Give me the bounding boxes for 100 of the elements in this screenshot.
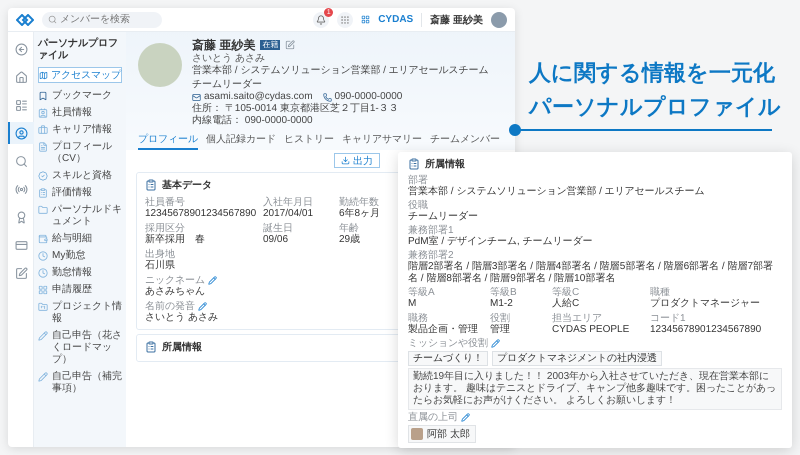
field-label: 年齢	[339, 223, 359, 234]
home-icon	[15, 70, 28, 84]
mail-icon	[192, 92, 201, 102]
field-label: 職務	[408, 313, 428, 324]
field-label: 勤続年数	[339, 197, 379, 208]
field-value: 12345678901234567890	[650, 324, 762, 336]
tab[interactable]: キャリアサマリー	[342, 131, 422, 150]
sidebar-item[interactable]: 社員情報	[38, 106, 122, 120]
tag: プロダクトマネジメントの社内浸透	[492, 351, 662, 366]
avatar-placeholder	[411, 428, 423, 440]
sidebar-item[interactable]: プロフィール（CV）	[38, 140, 122, 166]
tab[interactable]: 個人記録カード	[206, 131, 276, 150]
pencil-icon[interactable]	[208, 276, 217, 285]
supervisor-chip[interactable]: 阿部 太郎	[408, 425, 476, 443]
tab[interactable]: ヒストリー	[284, 131, 334, 150]
tag: チームづくり！	[408, 351, 488, 366]
field-value: あさみちゃん	[145, 286, 205, 298]
pencil-icon	[38, 372, 48, 382]
field-value: さいとう あさみ	[145, 312, 218, 324]
status-badge: 在籍	[260, 40, 280, 50]
field-value: 新卒採用 春	[145, 234, 205, 246]
map-icon	[39, 70, 48, 80]
grid-icon	[38, 285, 48, 295]
field-value: 29歳	[339, 234, 360, 246]
address-text: 住所： 〒105-0014 東京都港区芝２丁目1-３３	[192, 103, 400, 114]
sidebar-item[interactable]: キャリア情報	[38, 123, 122, 137]
export-button[interactable]: 出力	[334, 153, 380, 168]
pencil-icon	[38, 331, 48, 341]
edit-icon[interactable]	[285, 40, 296, 50]
field-value: 管理	[490, 324, 510, 336]
card-icon	[15, 238, 28, 252]
search-icon	[48, 15, 57, 24]
document-icon	[38, 142, 48, 152]
phone-icon	[322, 92, 332, 102]
badge-icon	[38, 171, 48, 181]
affiliation-text: 営業本部 / システムソリューション営業部 / エリアセールスチーム	[192, 65, 489, 77]
user-name[interactable]: 斎藤 亜紗美	[430, 12, 483, 26]
search-field[interactable]: メンバーを検索	[42, 12, 162, 28]
profile-name: 斎藤 亜紗美	[192, 39, 256, 51]
field-label: 担当エリア	[552, 313, 602, 324]
access-map-button[interactable]: アクセスマップ	[38, 67, 122, 83]
pencil-icon[interactable]	[491, 339, 500, 348]
tab[interactable]: チームメンバー	[430, 131, 500, 150]
field-label: 等級B	[490, 287, 517, 298]
clock-icon	[38, 268, 48, 278]
sidebar-item[interactable]: My勤怠	[38, 249, 122, 263]
field-value: 石川県	[145, 260, 175, 272]
brand-icon	[361, 15, 370, 24]
tagline-text: パーソナルプロファイル	[529, 93, 781, 121]
sidebar-item[interactable]: スキルと資格	[38, 169, 122, 183]
position-text: チームリーダー	[192, 79, 262, 91]
field-value: 人給C	[552, 298, 580, 310]
briefcase-icon	[38, 125, 48, 135]
bookmark-icon	[38, 91, 48, 101]
wallet-icon	[38, 234, 48, 244]
sidebar-item[interactable]: 自己申告（花さくロードマップ）	[38, 329, 122, 367]
field-value: 6年8ヶ月	[339, 208, 380, 220]
download-icon	[341, 156, 350, 165]
folder-icon	[38, 205, 48, 215]
edit-icon	[15, 266, 28, 280]
sidebar-item[interactable]: 勤怠情報	[38, 266, 122, 280]
sidebar-item[interactable]: ブックマーク	[38, 89, 122, 103]
field-label: ニックネーム	[145, 275, 205, 286]
sidebar-item[interactable]: 申請履歴	[38, 283, 122, 297]
tab[interactable]: プロフィール	[138, 131, 198, 150]
field-value: チームリーダー	[408, 211, 478, 223]
sidebar-item[interactable]: 給与明細	[38, 232, 122, 246]
field-value: 2017/04/01	[263, 208, 314, 220]
nav-button[interactable]	[8, 122, 34, 144]
sidebar-item[interactable]: 評価情報	[38, 186, 122, 200]
field-label: 部署	[408, 175, 428, 186]
clipboard-icon	[408, 158, 420, 170]
field-label: 等級A	[408, 287, 435, 298]
field-label: 兼務部署2	[408, 250, 454, 261]
sidebar-item[interactable]: プロジェクト情報	[38, 300, 122, 326]
pencil-icon[interactable]	[198, 302, 207, 311]
avatar-placeholder[interactable]	[491, 12, 507, 28]
field-value: プロダクトマネージャー	[650, 298, 760, 310]
user-icon	[15, 126, 28, 140]
email-text: asami.saito@cydas.com	[204, 91, 313, 102]
card-title: 基本データ	[162, 178, 212, 192]
field-value: 12345678901234567890	[145, 208, 256, 220]
brand-name: CYDAS	[378, 14, 414, 25]
field-label: 誕生日	[263, 223, 293, 234]
field-label: コード1	[650, 313, 686, 324]
field-label: ミッションや役割	[408, 338, 488, 349]
tagline-text: 人に関する情報を一元化	[529, 59, 776, 87]
field-value: M	[408, 298, 416, 310]
contact-card-icon	[38, 108, 48, 118]
apps-grid-icon[interactable]	[340, 14, 350, 24]
bell-icon[interactable]	[316, 14, 326, 24]
sidebar-item[interactable]: パーソナルドキュメント	[38, 203, 122, 229]
list-icon	[15, 98, 28, 112]
card-title: 所属情報	[425, 158, 465, 171]
clipboard-icon	[145, 179, 157, 191]
field-label: 入社年月日	[263, 197, 313, 208]
field-value: PdM室 / デザインチーム, チームリーダー	[408, 236, 592, 248]
sidebar-item[interactable]: 自己申告（補完事項）	[38, 370, 122, 396]
field-label: 出身地	[145, 249, 175, 260]
pencil-icon[interactable]	[461, 413, 470, 422]
